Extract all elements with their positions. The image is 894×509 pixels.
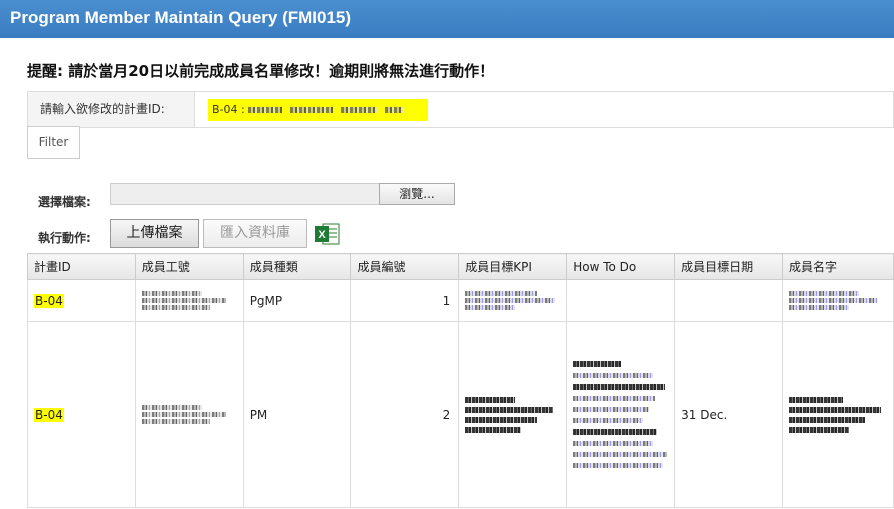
cell-member-type: PgMP [242,279,352,322]
cell-kpi [458,279,568,322]
cell-target-date [674,279,783,322]
program-id-row: 請輸入欲修改的計畫ID: B-04 : [27,91,894,128]
column-header[interactable]: 成員工號 [134,253,244,280]
cell-how-to-do [566,279,676,322]
column-header[interactable]: 成員名字 [781,253,894,280]
program-id-label: 請輸入欲修改的計畫ID: [28,92,195,127]
column-header[interactable]: 成員目標日期 [674,253,783,280]
column-header[interactable]: 成員編號 [350,253,460,280]
redacted-text [341,107,378,113]
table-row[interactable]: B-04 PM 2 31 Dec. [27,321,894,508]
column-header[interactable]: 成員目標KPI [458,253,568,280]
cell-kpi [458,321,568,508]
cell-member-name [781,279,894,322]
cell-how-to-do [566,321,676,508]
cell-program-id: B-04 [27,321,136,508]
column-header[interactable]: 計畫ID [27,253,136,280]
action-label: 執行動作: [38,231,91,245]
excel-icon[interactable]: X [314,222,340,246]
cell-member-no: 1 [350,279,460,322]
redacted-text [248,107,283,113]
deadline-notice: 提醒: 請於當月20日以前完成成員名單修改！逾期則將無法進行動作！ [27,62,495,80]
table-row[interactable]: B-04 PgMP 1 [27,279,894,322]
cell-member-no: 2 [350,321,460,508]
cell-member-id [134,279,244,322]
table-header-row: 計畫ID 成員工號 成員種類 成員編號 成員目標KPI How To Do 成員… [27,253,894,280]
program-id-input[interactable]: B-04 : [208,99,428,121]
file-path-input[interactable] [110,183,380,205]
page-title: Program Member Maintain Query (FMI015) [0,0,894,38]
redacted-text [289,107,334,113]
column-header[interactable]: How To Do [566,253,676,280]
cell-target-date: 31 Dec. [674,321,783,508]
program-id-value: B-04 : [212,103,249,116]
filter-button[interactable]: Filter [27,126,80,159]
file-select-label: 選擇檔案: [38,195,91,209]
import-database-button[interactable]: 匯入資料庫 [203,219,307,248]
svg-text:X: X [318,229,326,241]
cell-program-id: B-04 [27,279,136,322]
cell-member-name [781,321,894,508]
browse-button[interactable]: 瀏覽... [379,183,455,205]
cell-member-id [134,321,244,508]
redacted-text [384,107,403,113]
upload-file-button[interactable]: 上傳檔案 [110,219,199,248]
member-table: 計畫ID 成員工號 成員種類 成員編號 成員目標KPI How To Do 成員… [27,253,894,508]
cell-member-type: PM [242,321,352,508]
column-header[interactable]: 成員種類 [242,253,352,280]
